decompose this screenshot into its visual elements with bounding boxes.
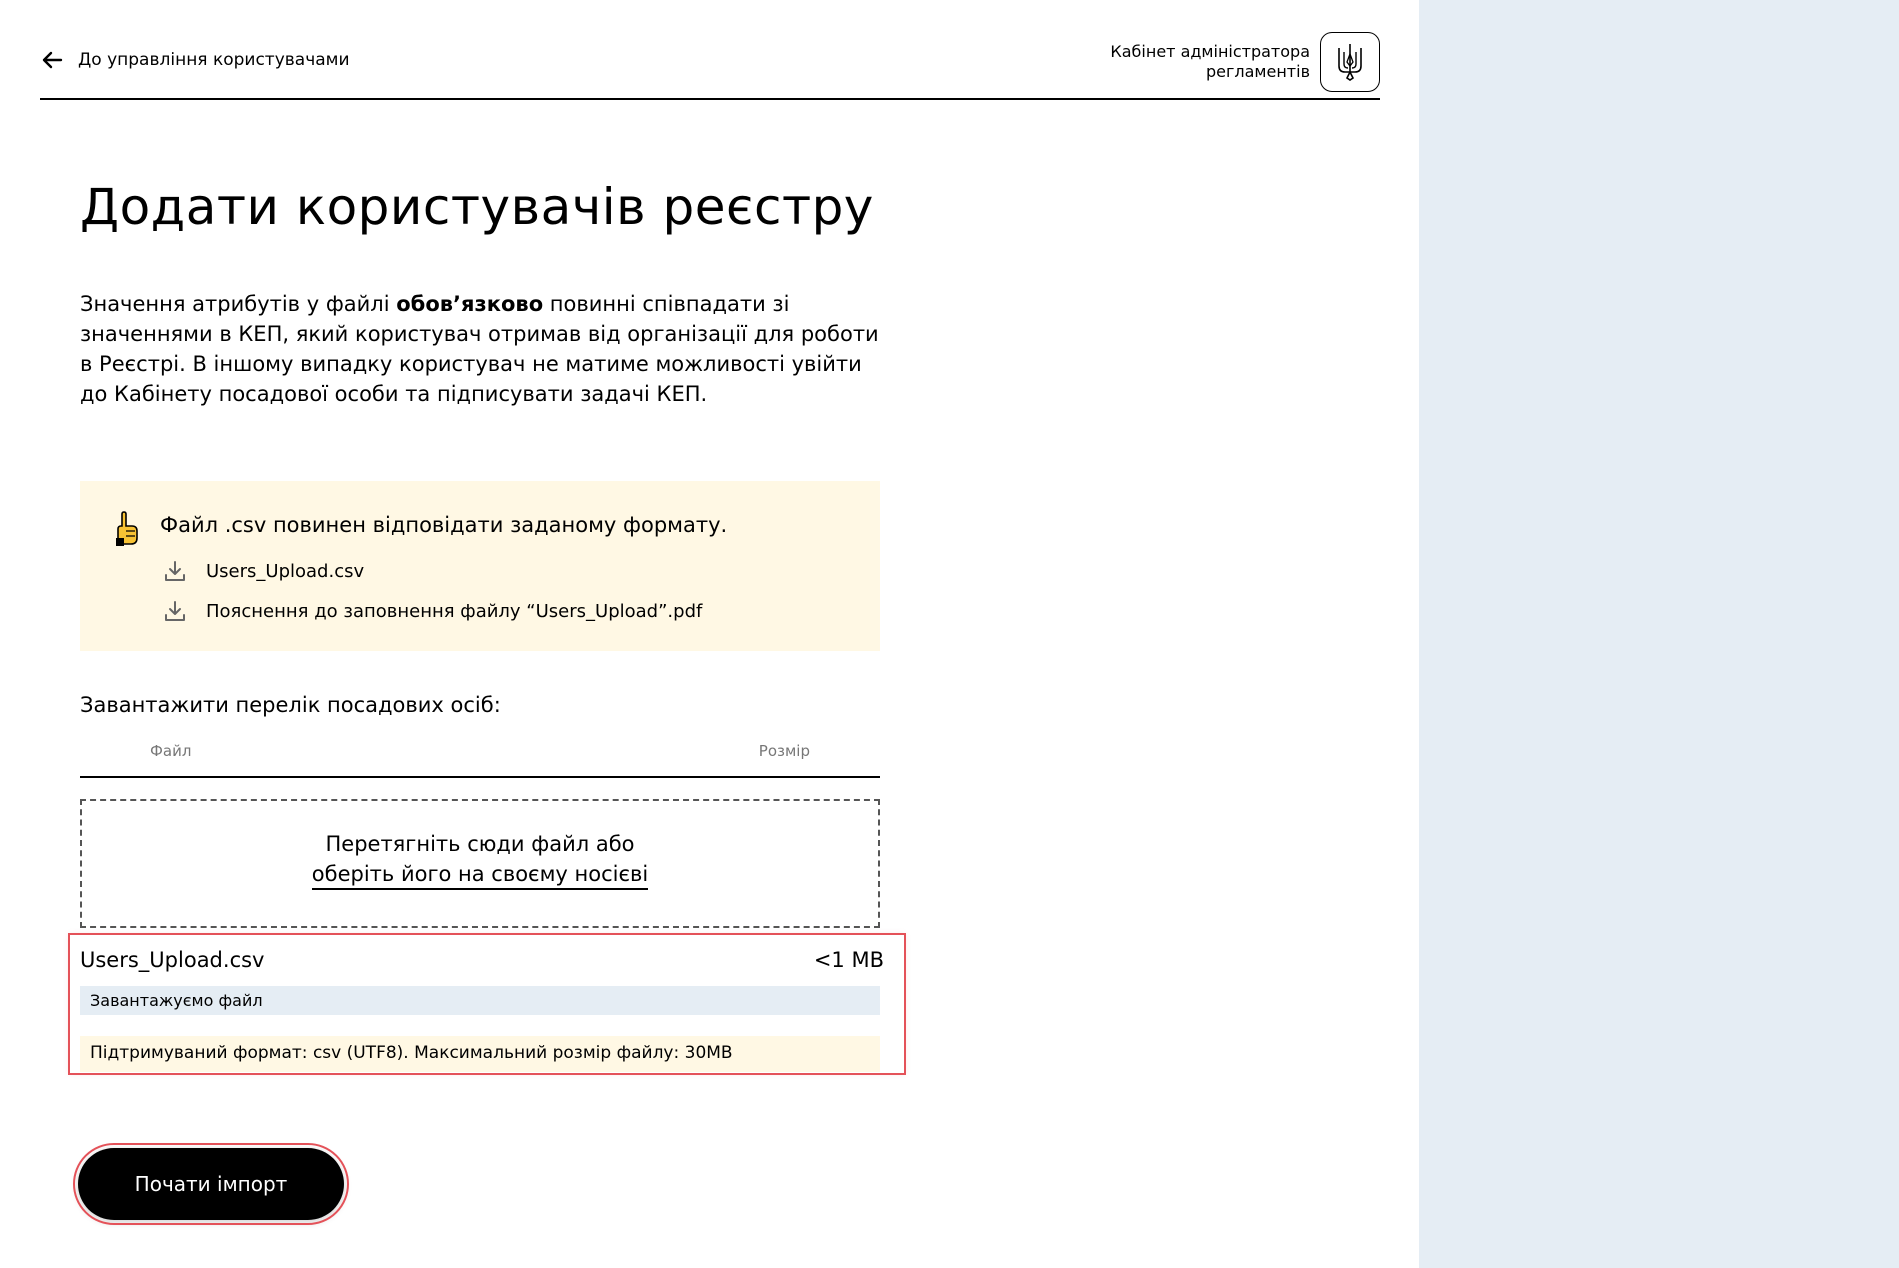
column-file: Файл — [150, 742, 192, 760]
trident-icon — [1320, 32, 1380, 92]
file-size: <1 MB — [813, 948, 884, 972]
choose-file-link[interactable]: оберіть його на своєму носієві — [311, 862, 649, 890]
brand-title-line1: Кабінет адміністратора — [1110, 42, 1310, 61]
brand-title: Кабінет адміністратора регламентів — [1090, 42, 1310, 82]
pointing-hand-icon — [116, 511, 138, 546]
brand: Кабінет адміністратора регламентів — [1090, 32, 1380, 92]
dropzone-text: Перетягніть сюди файл або — [325, 832, 635, 856]
intro-text-start: Значення атрибутів у файлі — [80, 292, 397, 316]
back-link-label: До управління користувачами — [78, 50, 350, 70]
download-csv-template-link[interactable]: Users_Upload.csv — [164, 560, 364, 582]
format-notice: Файл .csv повинен відповідати заданому ф… — [80, 481, 880, 651]
notice-headline: Файл .csv повинен відповідати заданому ф… — [160, 513, 728, 537]
upload-progress-bar: Завантажуємо файл — [80, 986, 880, 1015]
uploaded-file-row: Users_Upload.csv <1 MB Завантажуємо файл… — [68, 933, 906, 1075]
title-block: Додати користувачів реєстру — [80, 170, 880, 244]
column-size: Розмір — [758, 742, 810, 760]
format-hint: Підтримуваний формат: csv (UTF8). Максим… — [80, 1036, 880, 1072]
page-title: Додати користувачів реєстру — [80, 178, 874, 236]
download-icon — [165, 561, 185, 581]
upload-status: Завантажуємо файл — [90, 991, 263, 1010]
file-name: Users_Upload.csv — [80, 948, 265, 972]
arrow-left-icon — [42, 51, 63, 69]
download-pdf-guide-link[interactable]: Пояснення до заповнення файлу “Users_Upl… — [164, 600, 702, 622]
main-area: До управління користувачами Кабінет адмі… — [0, 0, 1419, 1268]
intro-text-bold: обов’язково — [396, 292, 544, 316]
intro-text: Значення атрибутів у файлі обов’язково п… — [80, 289, 885, 409]
files-table-header: Файл Розмір — [80, 730, 880, 778]
brand-title-line2: регламентів — [1205, 62, 1310, 81]
download-csv-label: Users_Upload.csv — [206, 560, 365, 582]
back-to-users-link[interactable]: До управління користувачами — [40, 48, 350, 72]
format-hint-text: Підтримуваний формат: csv (UTF8). Максим… — [90, 1043, 733, 1063]
right-side-panel — [1419, 0, 1899, 1268]
upload-section-label: Завантажити перелік посадових осіб: — [80, 693, 501, 717]
header: До управління користувачами Кабінет адмі… — [40, 28, 1380, 100]
start-import-button[interactable]: Почати імпорт — [73, 1143, 349, 1225]
file-dropzone[interactable]: Перетягніть сюди файл або оберіть його н… — [80, 799, 880, 928]
download-icon — [165, 601, 185, 621]
download-pdf-label: Пояснення до заповнення файлу “Users_Upl… — [206, 600, 703, 622]
